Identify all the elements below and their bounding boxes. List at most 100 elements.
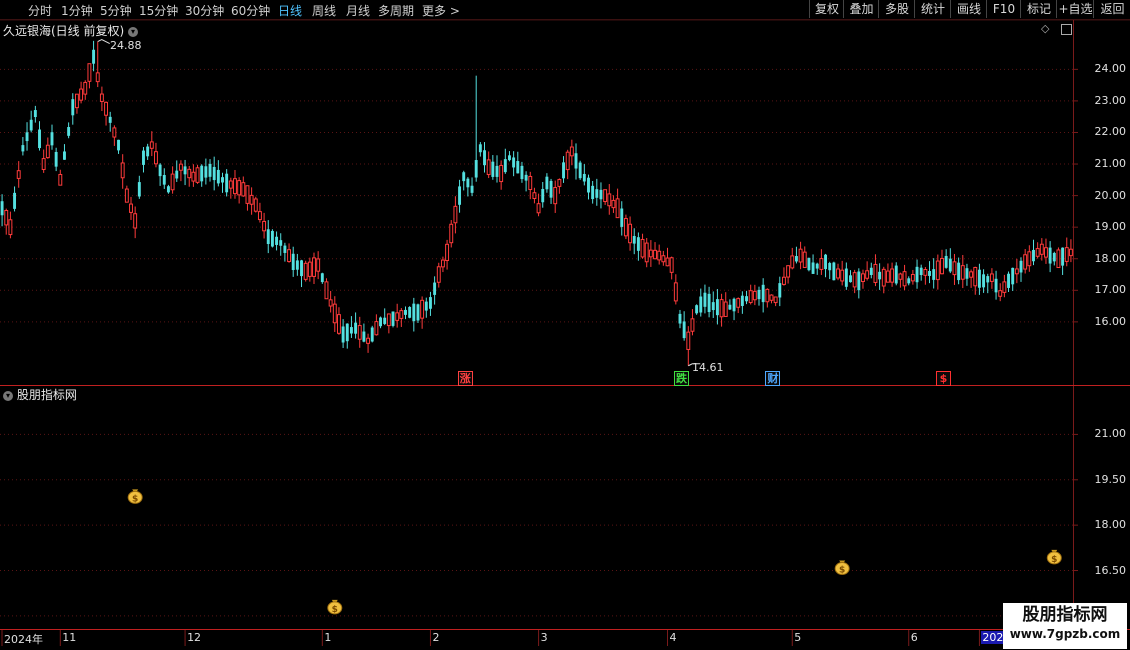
candle-body [433,282,437,295]
candle-body [932,269,936,280]
candle-body [21,145,25,152]
candle-body [849,275,852,283]
diamond-icon[interactable]: ◇ [1041,22,1049,35]
event-marker-0[interactable]: 涨 [457,371,473,386]
candle-body [283,245,287,253]
candle-body [316,258,321,272]
y-tick-indicator-4: 21.00 [1094,427,1127,441]
candle-body [902,271,907,287]
candle-body [79,88,84,101]
candle-body [324,281,329,300]
panel-toggle-icon[interactable] [1060,23,1072,35]
candle-body [591,185,595,200]
candle-body [1035,248,1040,257]
candle-body [516,161,520,174]
candle-body [478,144,482,153]
candle-body [204,166,208,178]
event-marker-3[interactable]: $ [935,371,951,386]
candle-body [108,116,112,123]
candle-body [332,303,337,324]
candle-body [732,298,736,312]
candle-body [195,167,200,183]
candle-body [33,110,37,118]
candle-body [648,249,653,258]
candle-body [191,171,196,182]
candle-body [1052,252,1056,262]
event-marker-1[interactable]: 跌 [673,371,689,386]
candle-body [840,269,845,282]
candle-body [362,331,366,342]
candle-body [216,169,220,184]
chevron-down-icon[interactable]: ▾ [128,26,139,37]
candle-body [998,290,1003,297]
candle-body [857,271,861,291]
x-tick-label-7: 5 [794,631,802,644]
candle-body [8,219,13,236]
candle-body [158,164,162,177]
candle-body [120,162,125,179]
candle-body [628,223,633,244]
candle-body [328,299,333,307]
chart-canvas: $ $ $ $ [0,19,1130,646]
candle-body [245,185,250,204]
x-tick-label-8: 6 [910,631,918,644]
candle-body [279,240,283,246]
candle-body [673,282,678,302]
y-tick-main-1: 17.00 [1094,283,1127,297]
candle-body [761,284,765,303]
candle-body [910,273,915,282]
candle-body [395,312,400,321]
candle-body [607,193,612,207]
watermark: 股朋指标网 www.7gpzb.com [1003,603,1127,649]
candle-body [1032,249,1035,262]
candle-body [87,63,92,82]
candle-body [1007,273,1010,288]
candle-body [695,305,699,314]
candle-body [266,229,270,245]
candle-body [778,283,782,298]
candle-body [873,263,878,283]
money-bag-symbol: $ [332,605,338,615]
candle-body [923,269,928,276]
candle-body [262,220,267,232]
candle-body [881,268,886,287]
candle-body [129,203,133,213]
candle-body [95,72,100,83]
y-tick-main-5: 21.00 [1094,157,1127,171]
candle-body [270,230,274,247]
candle-body [773,296,778,304]
candle-body [907,278,911,284]
chart-title: 久远银海(日线 前复权) ▾ [3,22,139,39]
candle-body [495,165,499,177]
candle-body [170,173,175,191]
candle-body [769,294,774,301]
candle-body [241,182,246,197]
candle-body [453,205,458,224]
candle-body [815,263,819,269]
candle-body [307,261,312,277]
candle-body [133,213,138,229]
candle-body [657,250,662,261]
candle-body [711,302,715,311]
candle-body [386,313,391,327]
candle-body [1011,267,1015,285]
candle-body [45,144,50,159]
candle-body [915,266,919,283]
candle-body [723,301,728,317]
candle-body [611,199,616,209]
candle-body [399,310,404,319]
y-tick-main-3: 19.00 [1094,220,1127,234]
chevron-down-icon[interactable]: ▾ [3,390,13,401]
event-marker-2[interactable]: 财 [765,371,781,386]
candle-body [420,299,425,319]
candle-body [228,180,233,189]
candle-body [383,317,387,324]
candle-body [253,198,258,212]
candle-body [287,249,292,262]
candle-body [499,164,504,183]
candle-body [707,293,711,313]
y-tick-indicator-2: 18.00 [1094,518,1127,532]
candle-body [885,270,890,283]
candle-body [249,194,254,205]
candle-body [486,159,491,176]
